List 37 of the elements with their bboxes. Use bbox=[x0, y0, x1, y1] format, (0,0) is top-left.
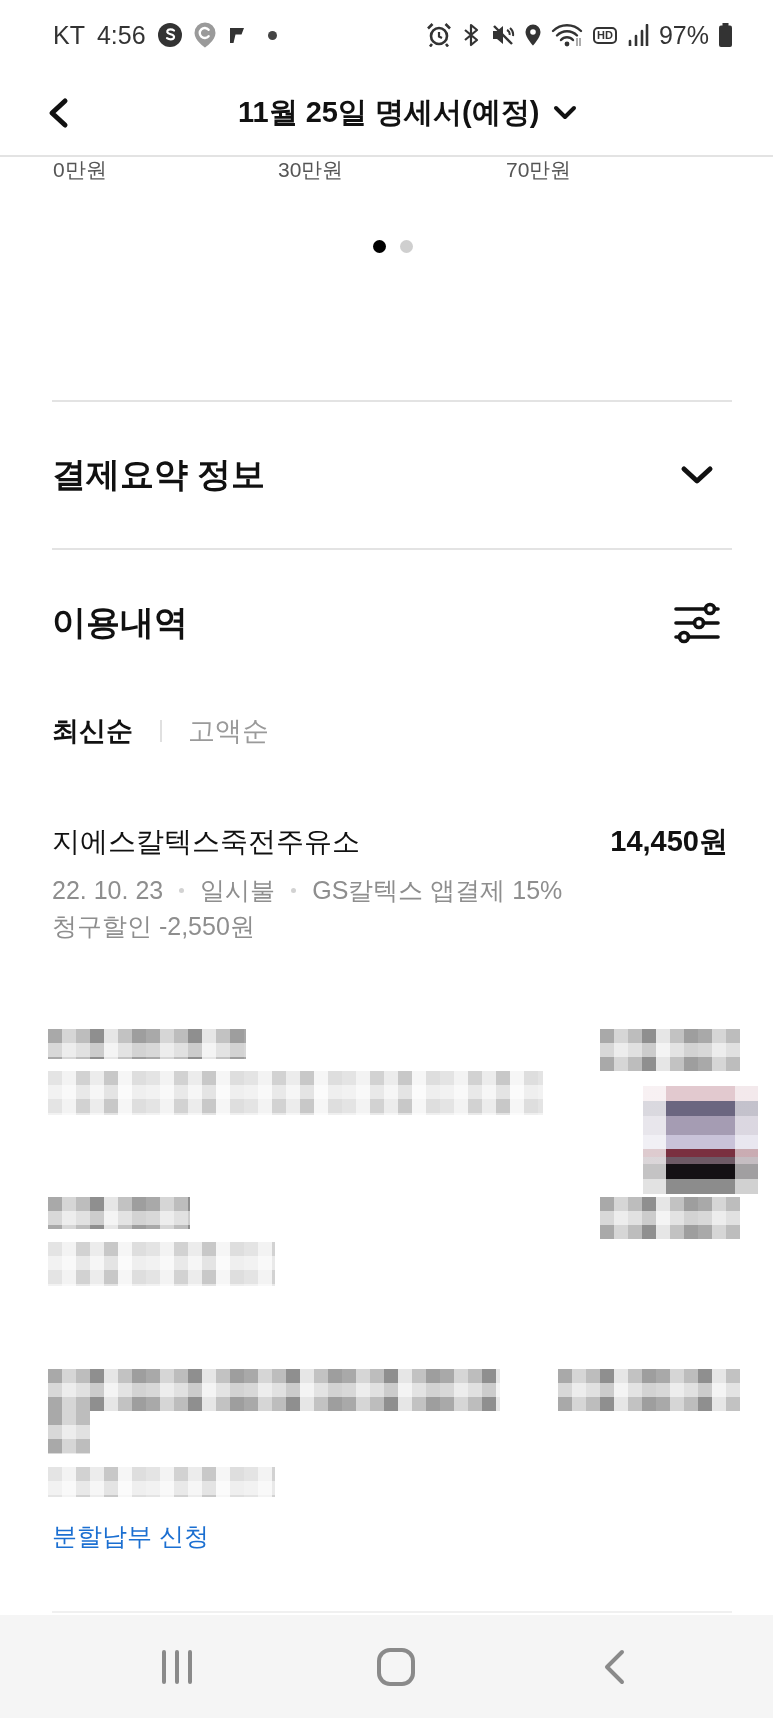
c-pin-icon bbox=[193, 22, 216, 48]
axis-label: 0만원 bbox=[53, 157, 107, 183]
split-payment-link[interactable]: 분할납부 신청 bbox=[52, 1519, 209, 1554]
merchant-name: 지에스칼텍스죽전주유소 bbox=[52, 825, 360, 859]
amount-text: 14,450원 bbox=[610, 824, 728, 859]
sort-tab[interactable]: 최신순 bbox=[52, 713, 133, 749]
section-title: 이용내역 bbox=[52, 602, 188, 643]
alarm-clock-icon bbox=[427, 23, 452, 47]
battery-icon bbox=[719, 23, 732, 47]
discount-text: 청구할인 -2,550원 bbox=[52, 910, 255, 942]
axis-label: 70만원 bbox=[506, 157, 572, 183]
home-icon[interactable] bbox=[376, 1647, 415, 1686]
clock-time: 4:56 bbox=[96, 20, 146, 50]
caret-down-icon bbox=[553, 105, 578, 120]
battery-percent: 97% bbox=[658, 20, 709, 50]
mute-icon bbox=[491, 23, 516, 47]
page-dot-icon[interactable] bbox=[399, 240, 413, 253]
dot-icon bbox=[267, 30, 277, 40]
filter-icon[interactable] bbox=[674, 600, 720, 646]
recent-apps-icon[interactable] bbox=[159, 1648, 194, 1685]
hd-voice-badge: HD bbox=[593, 26, 617, 44]
signal-icon bbox=[626, 24, 649, 46]
wifi-icon bbox=[551, 22, 584, 48]
detail-text: GS칼텍스 앱결제 15% bbox=[312, 874, 563, 906]
s-logo-icon bbox=[157, 23, 182, 47]
axis-label: 30만원 bbox=[278, 157, 344, 183]
page-dot-icon[interactable] bbox=[372, 240, 386, 253]
carrier-name: KT bbox=[53, 20, 85, 50]
separator-dot-icon bbox=[179, 887, 185, 893]
flag-icon bbox=[227, 25, 246, 45]
section-title: 결제요약 정보 bbox=[52, 454, 266, 495]
statement-title-dropdown[interactable]: 11월 25일 명세서(예정) bbox=[238, 92, 578, 133]
chevron-down-icon[interactable] bbox=[680, 465, 714, 485]
separator-dot-icon bbox=[291, 887, 297, 893]
detail-text: 22. 10. 23 bbox=[52, 875, 164, 905]
detail-text: 일시불 bbox=[200, 874, 276, 906]
location-icon bbox=[525, 24, 542, 46]
